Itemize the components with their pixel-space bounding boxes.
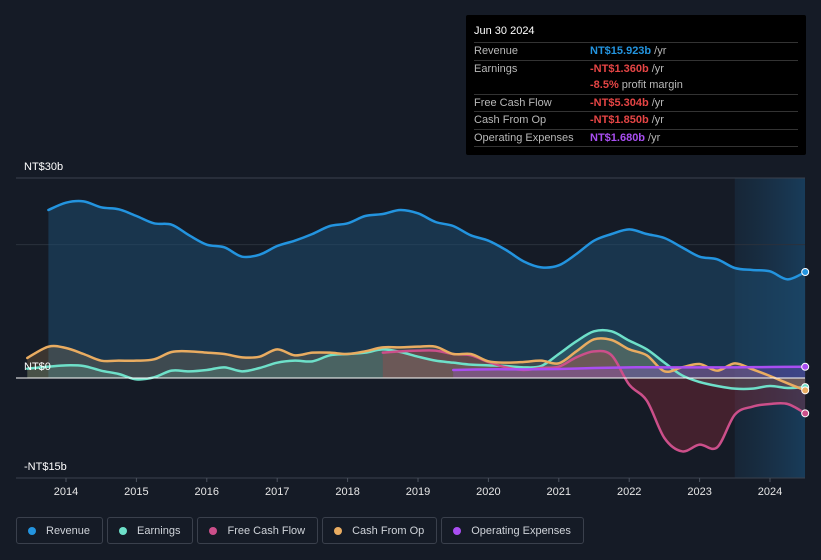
tooltip-row: Revenue NT$15.923b/yr [474, 43, 798, 61]
tooltip: Jun 30 2024 Revenue NT$15.923b/yr Earnings… [466, 15, 806, 155]
tooltip-row: Cash From Op -NT$1.850b/yr [474, 112, 798, 130]
tooltip-value: NT$1.680b [590, 131, 646, 144]
tooltip-label: Free Cash Flow [474, 96, 552, 109]
legend-label: Free Cash Flow [227, 524, 306, 537]
legend-dot-icon [119, 526, 128, 535]
x-tick-label: 2024 [758, 486, 782, 498]
x-tick-label: 2018 [335, 486, 359, 498]
tooltip-label: Operating Expenses [474, 131, 574, 144]
tooltip-unit: /yr [651, 114, 664, 127]
x-tick-label: 2023 [687, 486, 711, 498]
legend-item-cash-from-op[interactable]: Cash From Op [322, 517, 438, 544]
legend-dot-icon [28, 526, 36, 535]
x-tick-label: 2016 [195, 486, 219, 498]
tooltip-value: -NT$1.850b [590, 114, 649, 127]
legend-label: Operating Expenses [471, 524, 571, 537]
tooltip-label: Cash From Op [474, 114, 547, 127]
tooltip-row: Earnings -NT$1.360b/yr [474, 61, 798, 78]
legend: Revenue Earnings Free Cash Flow Cash From O… [16, 517, 584, 544]
tooltip-value: -NT$1.360b [590, 62, 649, 75]
legend-label: Cash From Op [352, 524, 425, 537]
tooltip-label: Earnings [474, 62, 518, 75]
tooltip-label: Revenue [474, 45, 519, 58]
free-cash-flow-end-marker [801, 409, 810, 418]
legend-item-operating-expenses[interactable]: Operating Expenses [441, 517, 584, 544]
legend-item-revenue[interactable]: Revenue [16, 517, 104, 544]
legend-label: Revenue [46, 524, 91, 537]
x-tick-label: 2019 [406, 486, 430, 498]
tooltip-row: Operating Expenses NT$1.680b/yr [474, 130, 798, 147]
legend-label: Earnings [137, 524, 181, 537]
legend-item-free-cash-flow[interactable]: Free Cash Flow [197, 517, 319, 544]
y-axis-label: -NT$15b [24, 461, 67, 473]
x-tick-label: 2021 [547, 486, 571, 498]
tooltip-unit: /yr [654, 45, 667, 58]
tooltip-date: Jun 30 2024 [474, 23, 798, 43]
tooltip-value: -NT$5.304b [590, 96, 649, 109]
operating-expenses-end-marker [801, 362, 810, 371]
tooltip-unit: /yr [651, 96, 664, 109]
x-tick-label: 2015 [124, 486, 148, 498]
cash-from-op-end-marker [801, 386, 810, 395]
tooltip-row: Free Cash Flow -NT$5.304b/yr [474, 95, 798, 112]
y-axis-label: NT$0 [24, 361, 51, 373]
legend-dot-icon [453, 526, 462, 535]
y-axis-label: NT$30b [24, 161, 63, 173]
tooltip-unit: /yr [651, 62, 664, 75]
legend-dot-icon [334, 526, 343, 535]
x-tick-label: 2014 [54, 486, 78, 498]
tooltip-value: NT$15.923b [590, 45, 652, 58]
tooltip-value: -8.5% [590, 79, 619, 92]
legend-item-earnings[interactable]: Earnings [107, 517, 194, 544]
x-tick-label: 2020 [476, 486, 500, 498]
tooltip-row: -8.5% profit margin [474, 77, 798, 95]
legend-dot-icon [209, 526, 218, 535]
revenue-end-marker [801, 268, 810, 276]
tooltip-unit: profit margin [621, 79, 683, 92]
x-tick-label: 2022 [617, 486, 641, 498]
tooltip-unit: /yr [648, 131, 661, 144]
x-tick-label: 2017 [265, 486, 289, 498]
